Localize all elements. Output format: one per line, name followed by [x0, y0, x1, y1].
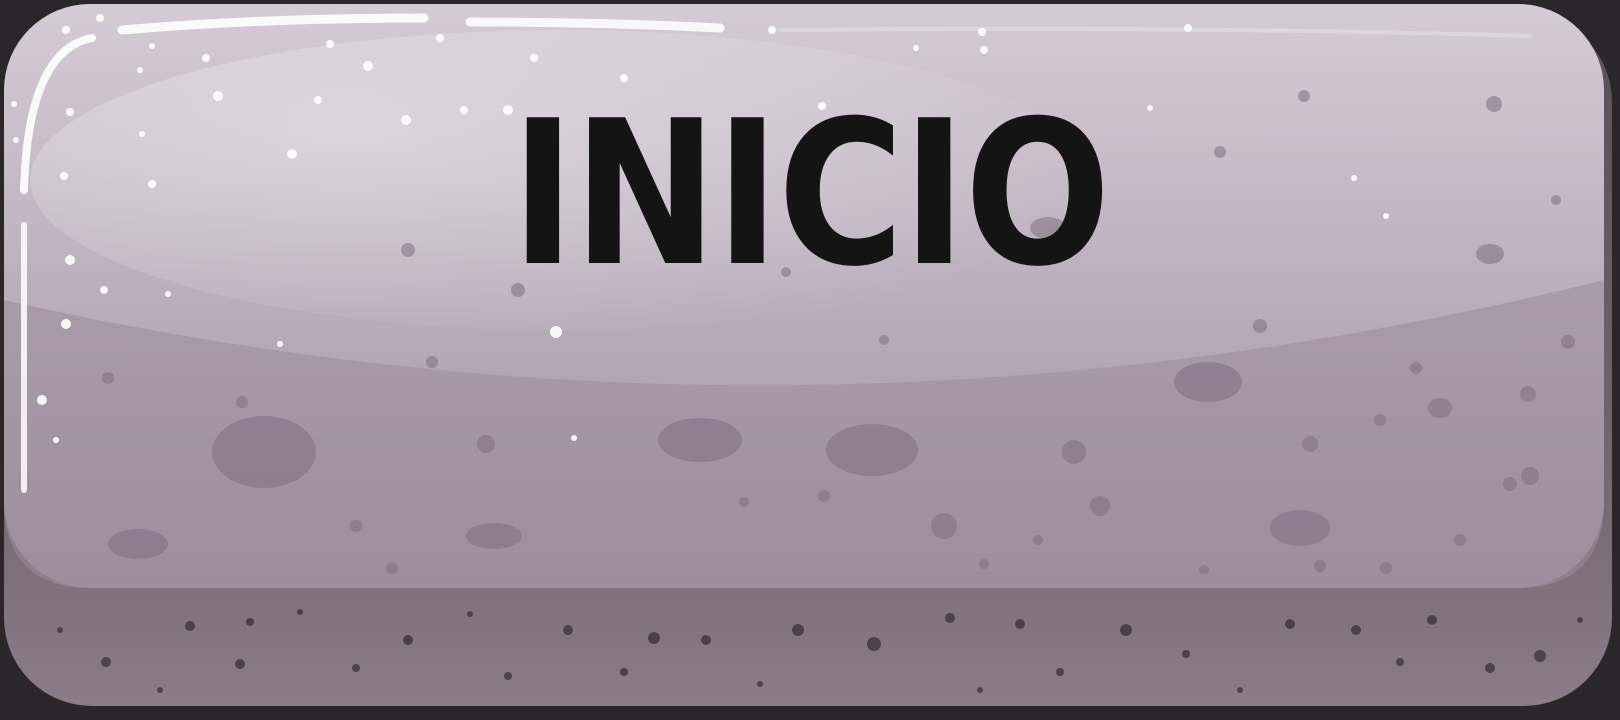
inicio-button[interactable]: INICIO — [0, 0, 1620, 720]
stage: INICIO — [0, 0, 1620, 720]
inicio-button-label: INICIO — [510, 78, 1111, 311]
